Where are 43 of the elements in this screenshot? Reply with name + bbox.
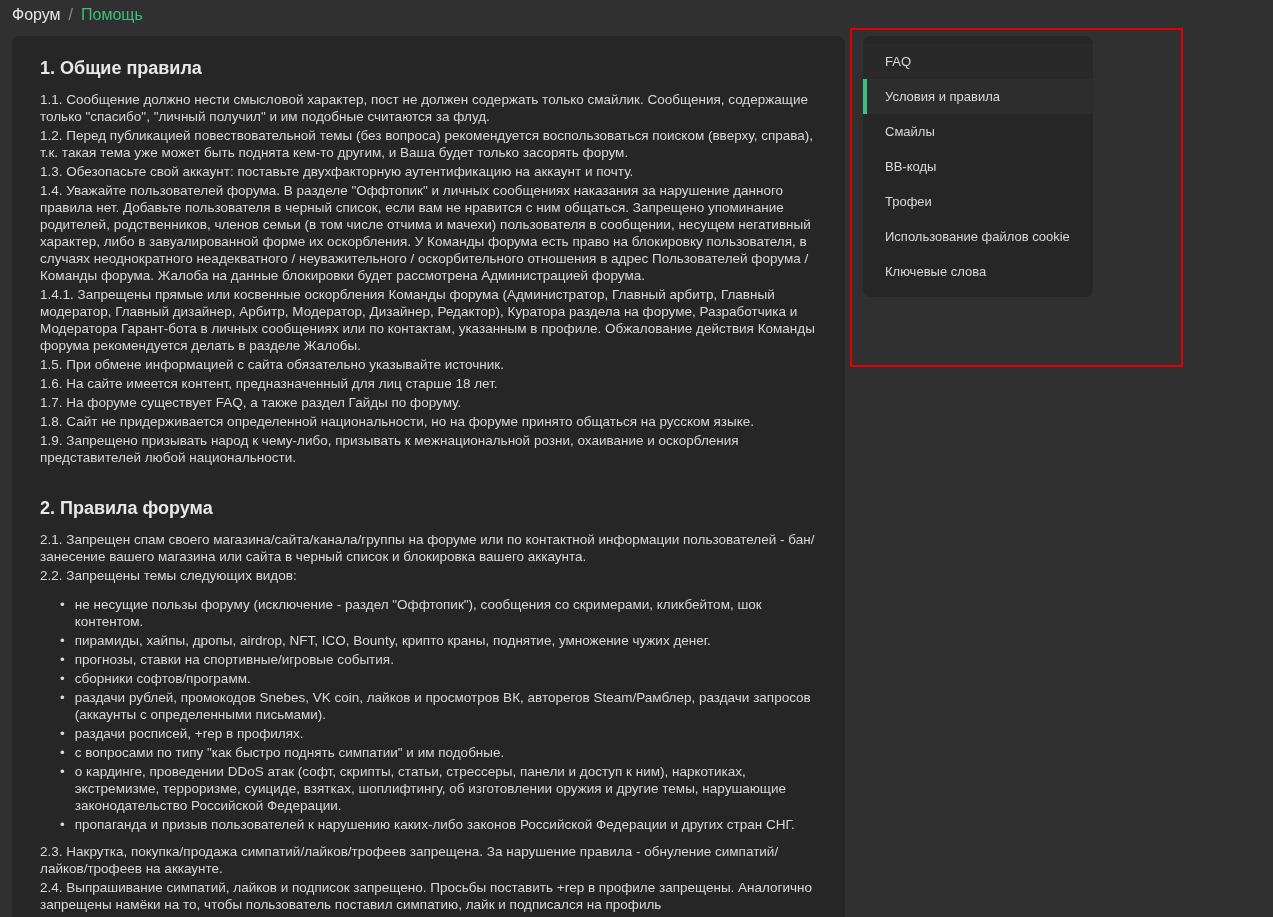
bullet: • (60, 596, 65, 614)
rule-paragraph: 1.8. Сайт не придерживается определенной национальности, но на форуме принято общаться на русском языке. (40, 413, 756, 430)
bullet: • (60, 744, 65, 761)
rule-paragraph: 1.2. Перед публикацией повествовательной темы (без вопроса) рекомендуется воспользоваться поиском (вверху, справа), т.к. такая тема уже может быть поднята кем-то другим, и Ваша будет только засорять форум. (40, 127, 814, 161)
rule-paragraph: 1.1. Сообщение должно нести смысловой характер, пост не должен содержать только смайлик. Сообщения, содержащие только "спасибо", "личный получил" и им подобные считаются за флуд. (40, 91, 809, 125)
nav-item[interactable]: Трофеи (863, 184, 1093, 219)
rule-paragraph: 2.4. Выпрашивание симпатий, лайков и подписок запрещено. Просьбы поставить +rep в профиле запрещены. Аналогично запрещены намёки на то, чтобы пользователь поставил симпатию, лайк и подписался на профиль (40, 879, 814, 913)
nav-item[interactable]: Ключевые слова (863, 254, 1093, 289)
nav-item[interactable]: Условия и правила (863, 79, 1093, 114)
rule-list-item: сборники софтов/программ. (74, 670, 252, 687)
section-heading: 1. Общие правила (40, 58, 203, 79)
bullet: • (60, 816, 65, 833)
rule-paragraph: 2.2. Запрещены темы следующих видов: (40, 567, 298, 584)
rule-paragraph: 2.1. Запрещен спам своего магазина/сайта/канала/группы на форуме или по контактной информации пользователей - бан/занесение вашего магазина или сайта в черный список и блокировка вашего аккаунта. (40, 531, 816, 565)
rule-paragraph: 2.3. Накрутка, покупка/продажа симпатий/лайков/трофеев запрещена. За нарушение правила - обнуление симпатий/ лайков/трофеев на аккаунте. (40, 843, 780, 877)
bullet: • (60, 763, 65, 781)
bullet: • (60, 651, 65, 668)
rule-list-item: раздачи рублей, промокодов Snebes, VK coin, лайков и просмотров ВК, авторегов Steam/Рамблер, раздачи запросов (аккаунты с определенными письмами). (74, 689, 812, 723)
breadcrumb-link[interactable]: Помощь (81, 6, 143, 24)
rule-list-item: с вопросами по типу "как быстро поднять симпатии" и им подобные. (74, 744, 506, 761)
rule-paragraph: 1.3. Обезопасьте свой аккаунт: поставьте двухфакторную аутентификацию на аккаунт и почту. (40, 163, 635, 180)
rule-paragraph: 1.4. Уважайте пользователей форума. В разделе "Оффтопик" и личных сообщениях наказания за нарушение данного правила нет. Добавьте пользователя в черный список, если вам не нравится с ним общаться. Запрещено упоминание родителей, родственников, членов семьи (в том числе отчима и мачехи) пользователя в сообщении, несущем негативный характер, либо в завуалированной форме их оскорбления. У Команды форума есть право на блокировку пользователя, в случаях неоднократного неадекватного / неуважительного / оскорбительного отношения в адрес Пользователей форума / Команды форума. Жалоба на данные блокировки будет рассмотрена Администрацией форума. (40, 182, 812, 284)
breadcrumb-link[interactable]: Форум (12, 6, 61, 24)
rule-list-item: пропаганда и призыв пользователей к нарушению каких-либо законов Российской Федерации и других стран СНГ. (74, 816, 796, 833)
rule-list-item: прогнозы, ставки на спортивные/игровые события. (74, 651, 395, 668)
rule-list-item: о кардинге, проведении DDoS атак (софт, скрипты, статьи, стрессеры, панели и доступ к ним), наркотиках, экстремизме, терроризме, суициде, взятках, шоплифтингу, об изготовлении оружия и другие темы, нарушающие законодательство Российской Федерации. (74, 763, 788, 814)
rule-paragraph: 1.9. Запрещено призывать народ к чему-либо, призывать к межнациональной розни, охаивание и оскорбления представителей любой национальности. (40, 432, 740, 466)
bullet: • (60, 632, 65, 649)
rule-list-item: не несущие пользы форуму (исключение - раздел "Оффтопик"), сообщения со скримерами, кликбейтом, шок контентом. (74, 596, 763, 630)
rule-paragraph: 1.7. На форуме существует FAQ, а также раздел Гайды по форуму. (40, 394, 463, 411)
nav-item[interactable]: BB-коды (863, 149, 1093, 184)
nav-item[interactable]: Использование файлов cookie (863, 219, 1093, 254)
bullet: • (60, 689, 65, 707)
section-heading: 2. Правила форума (40, 498, 214, 519)
bullet: • (60, 725, 65, 742)
breadcrumb-separator: / (68, 6, 74, 24)
rule-paragraph: 1.6. На сайте имеется контент, предназначенный для лиц старше 18 лет. (40, 375, 499, 392)
rule-list-item: раздачи росписей, +rep в профилях. (74, 725, 305, 742)
bullet: • (60, 670, 65, 687)
rule-paragraph: 1.4.1. Запрещены прямые или косвенные оскорбления Команды форума (Администратор, Главный арбитр, Главный модератор, Главный дизайнер, Арбитр, Модератор, Дизайнер, Редактор), Куратора раздела на форуме, Разработчика и Модератора Гарант-бота в личных сообщениях или по контактам, указанным в профиле. Обжалование действия Команды форума рекомендуется делать в разделе Жалобы. (40, 286, 816, 354)
rule-list-item: пирамиды, хайпы, дропы, airdrop, NFT, ICO, Bounty, крипто краны, поднятие, умножение чужих денег. (74, 632, 712, 649)
nav-item[interactable]: Смайлы (863, 114, 1093, 149)
rule-paragraph: 1.5. При обмене информацией с сайта обязательно указывайте источник. (40, 356, 505, 373)
